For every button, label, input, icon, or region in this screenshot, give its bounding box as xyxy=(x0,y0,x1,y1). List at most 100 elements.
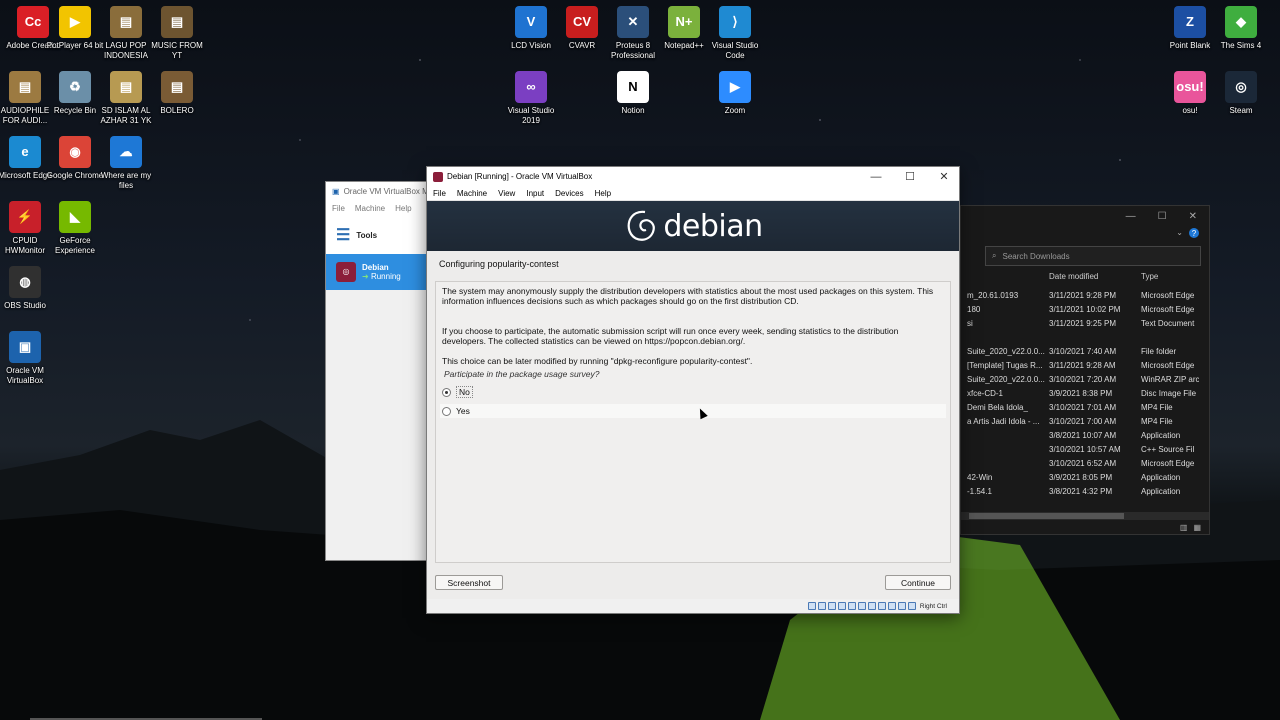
desktop-icon[interactable]: N+ Notepad++ xyxy=(655,6,713,51)
menu-input[interactable]: Input xyxy=(526,189,544,198)
file-row[interactable]: Suite_2020_v22.0.0... 3/10/2021 7:20 AM Wi… xyxy=(961,372,1199,386)
mouse-integration-icon[interactable] xyxy=(897,602,906,610)
vbm-menu-help[interactable]: Help xyxy=(395,204,411,213)
explorer-file-list: m_20.61.0193 3/11/2021 9:28 PM Microsoft E… xyxy=(961,288,1199,498)
desktop-icon[interactable]: ⟩ Visual Studio Code xyxy=(706,6,764,61)
audio-icon[interactable] xyxy=(827,602,836,610)
guest-display[interactable]: debian Configuring popularity-contest Th… xyxy=(427,201,959,600)
desktop-icon[interactable]: ☁ Where are my files xyxy=(97,136,155,191)
desktop-icon-label: OBS Studio xyxy=(4,301,46,310)
menu-devices[interactable]: Devices xyxy=(555,189,583,198)
column-date-modified[interactable]: Date modified xyxy=(1045,272,1141,288)
cpu-icon[interactable] xyxy=(887,602,896,610)
debian-vm-icon: ◎ xyxy=(336,262,356,282)
continue-button[interactable]: Continue xyxy=(885,575,951,590)
file-type: Application xyxy=(1141,430,1181,440)
vbm-titlebar[interactable]: ▣ Oracle VM VirtualBox M xyxy=(326,182,434,200)
explorer-search-box[interactable]: ⌕ Search Downloads xyxy=(985,246,1201,266)
option-no[interactable]: No xyxy=(440,385,946,399)
desktop-icon[interactable]: ◍ OBS Studio xyxy=(0,266,54,311)
desktop-icon[interactable]: ▤ SD ISLAM AL AZHAR 31 YK xyxy=(97,71,155,126)
file-row[interactable]: Suite_2020_v22.0.0... 3/10/2021 7:40 AM Fi… xyxy=(961,344,1199,358)
desktop-icon[interactable]: ◆ The Sims 4 xyxy=(1212,6,1270,51)
details-view-icon[interactable]: ▥ xyxy=(1180,523,1188,532)
screenshot-button[interactable]: Screenshot xyxy=(435,575,503,590)
desktop-icon[interactable]: ◣ GeForce Experience xyxy=(46,201,104,256)
close-icon[interactable]: ✕ xyxy=(1189,211,1197,222)
desktop-icon[interactable]: ✕ Proteus 8 Professional xyxy=(604,6,662,61)
chevron-down-icon[interactable]: ⌄ xyxy=(1176,228,1183,238)
minimize-icon[interactable]: — xyxy=(1126,211,1136,222)
desktop-icon[interactable]: CV CVAVR xyxy=(553,6,611,51)
desktop-icon[interactable]: ▤ LAGU POP INDONESIA xyxy=(97,6,155,61)
search-placeholder: Search Downloads xyxy=(1002,251,1070,261)
explorer-column-headers: Date modified Type xyxy=(961,272,1199,288)
file-row[interactable]: Demi Bela Idola_ 3/10/2021 7:01 AM MP4 Fil… xyxy=(961,400,1199,414)
vm-titlebar[interactable]: Debian [Running] - Oracle VM VirtualBox … xyxy=(427,167,959,186)
file-row[interactable]: 3/10/2021 10:57 AM C++ Source Fil xyxy=(961,442,1199,456)
desktop-icon[interactable]: ◎ Steam xyxy=(1212,71,1270,116)
file-row[interactable]: 42-Win 3/9/2021 8:05 PM Application xyxy=(961,470,1199,484)
minimize-icon[interactable]: — xyxy=(861,167,891,186)
desktop-icon[interactable]: ▣ Oracle VM VirtualBox xyxy=(0,331,54,386)
archive-icon: ▤ xyxy=(110,6,142,38)
menu-view[interactable]: View xyxy=(498,189,515,198)
vm-window[interactable]: Debian [Running] - Oracle VM VirtualBox … xyxy=(426,166,960,614)
desktop-icon[interactable]: ▶ PotPlayer 64 bit xyxy=(46,6,104,51)
file-type: MP4 File xyxy=(1141,402,1173,412)
vbm-menu-machine[interactable]: Machine xyxy=(355,204,385,213)
file-row[interactable]: 3/10/2021 6:52 AM Microsoft Edge xyxy=(961,456,1199,470)
file-row[interactable]: 180 3/11/2021 10:02 PM Microsoft Edge xyxy=(961,302,1199,316)
shared-folders-icon[interactable] xyxy=(857,602,866,610)
option-yes[interactable]: Yes xyxy=(440,404,946,418)
horizontal-scrollbar[interactable] xyxy=(961,512,1209,520)
option-no-label: No xyxy=(456,386,473,398)
file-date: 3/10/2021 7:00 AM xyxy=(1049,416,1117,426)
radio-yes[interactable] xyxy=(442,406,451,416)
virtualbox-manager-window[interactable]: ▣ Oracle VM VirtualBox M File Machine He… xyxy=(325,181,435,561)
file-row[interactable] xyxy=(961,330,1199,344)
help-icon[interactable]: ? xyxy=(1189,228,1199,238)
desktop-icon[interactable]: ▤ BOLERO xyxy=(148,71,206,116)
usb-icon[interactable] xyxy=(847,602,856,610)
display-icon[interactable] xyxy=(867,602,876,610)
file-row[interactable]: -1.54.1 3/8/2021 4:32 PM Application xyxy=(961,484,1199,498)
desktop-icon[interactable]: ◉ Google Chrome xyxy=(46,136,104,181)
column-type[interactable]: Type xyxy=(1141,272,1199,288)
desktop-icon[interactable]: ∞ Visual Studio 2019 xyxy=(502,71,560,126)
file-name: 42-Win xyxy=(967,472,993,482)
menu-help[interactable]: Help xyxy=(595,189,611,198)
file-name: xfce-CD-1 xyxy=(967,388,1004,398)
network-icon[interactable] xyxy=(837,602,846,610)
file-row[interactable]: 3/8/2021 10:07 AM Application xyxy=(961,428,1199,442)
file-row[interactable]: [Template] Tugas R... 3/11/2021 9:28 AM Mi… xyxy=(961,358,1199,372)
file-row[interactable]: a Artis Jadi Idola - ... 3/10/2021 7:00 A… xyxy=(961,414,1199,428)
desktop-icon[interactable]: osu! osu! xyxy=(1161,71,1219,116)
desktop-icon[interactable]: V LCD Vision xyxy=(502,6,560,51)
scrollbar-thumb[interactable] xyxy=(969,513,1124,519)
menu-file[interactable]: File xyxy=(433,189,446,198)
recording-icon[interactable] xyxy=(877,602,886,610)
maximize-icon[interactable]: ☐ xyxy=(895,167,925,186)
menu-machine[interactable]: Machine xyxy=(457,189,487,198)
file-explorer-window[interactable]: — ☐ ✕ ⌄ ? ⌕ Search Downloads Date modifi… xyxy=(960,205,1210,535)
radio-no[interactable] xyxy=(442,387,451,397)
vm-list-item-debian[interactable]: ◎ Debian ➜ Running xyxy=(326,254,434,290)
vbm-tools-item[interactable]: ☰ Tools xyxy=(326,216,434,254)
large-icons-view-icon[interactable]: ▦ xyxy=(1193,523,1201,532)
keyboard-icon[interactable] xyxy=(907,602,916,610)
file-row[interactable]: m_20.61.0193 3/11/2021 9:28 PM Microsoft E… xyxy=(961,288,1199,302)
notion-icon: N xyxy=(617,71,649,103)
hard-disk-icon[interactable] xyxy=(807,602,816,610)
desktop-icon[interactable]: N Notion xyxy=(604,71,662,116)
close-icon[interactable]: ✕ xyxy=(929,167,959,186)
file-row[interactable]: si 3/11/2021 9:25 PM Text Document xyxy=(961,316,1199,330)
vbm-menu-file[interactable]: File xyxy=(332,204,345,213)
maximize-icon[interactable]: ☐ xyxy=(1158,211,1167,222)
desktop-icon[interactable]: ▶ Zoom xyxy=(706,71,764,116)
file-row[interactable]: xfce-CD-1 3/9/2021 8:38 PM Disc Image File xyxy=(961,386,1199,400)
desktop-icon[interactable]: ♻ Recycle Bin xyxy=(46,71,104,116)
desktop-icon[interactable]: Z Point Blank xyxy=(1161,6,1219,51)
desktop-icon[interactable]: ▤ MUSIC FROM YT xyxy=(148,6,206,61)
optical-drive-icon[interactable] xyxy=(817,602,826,610)
